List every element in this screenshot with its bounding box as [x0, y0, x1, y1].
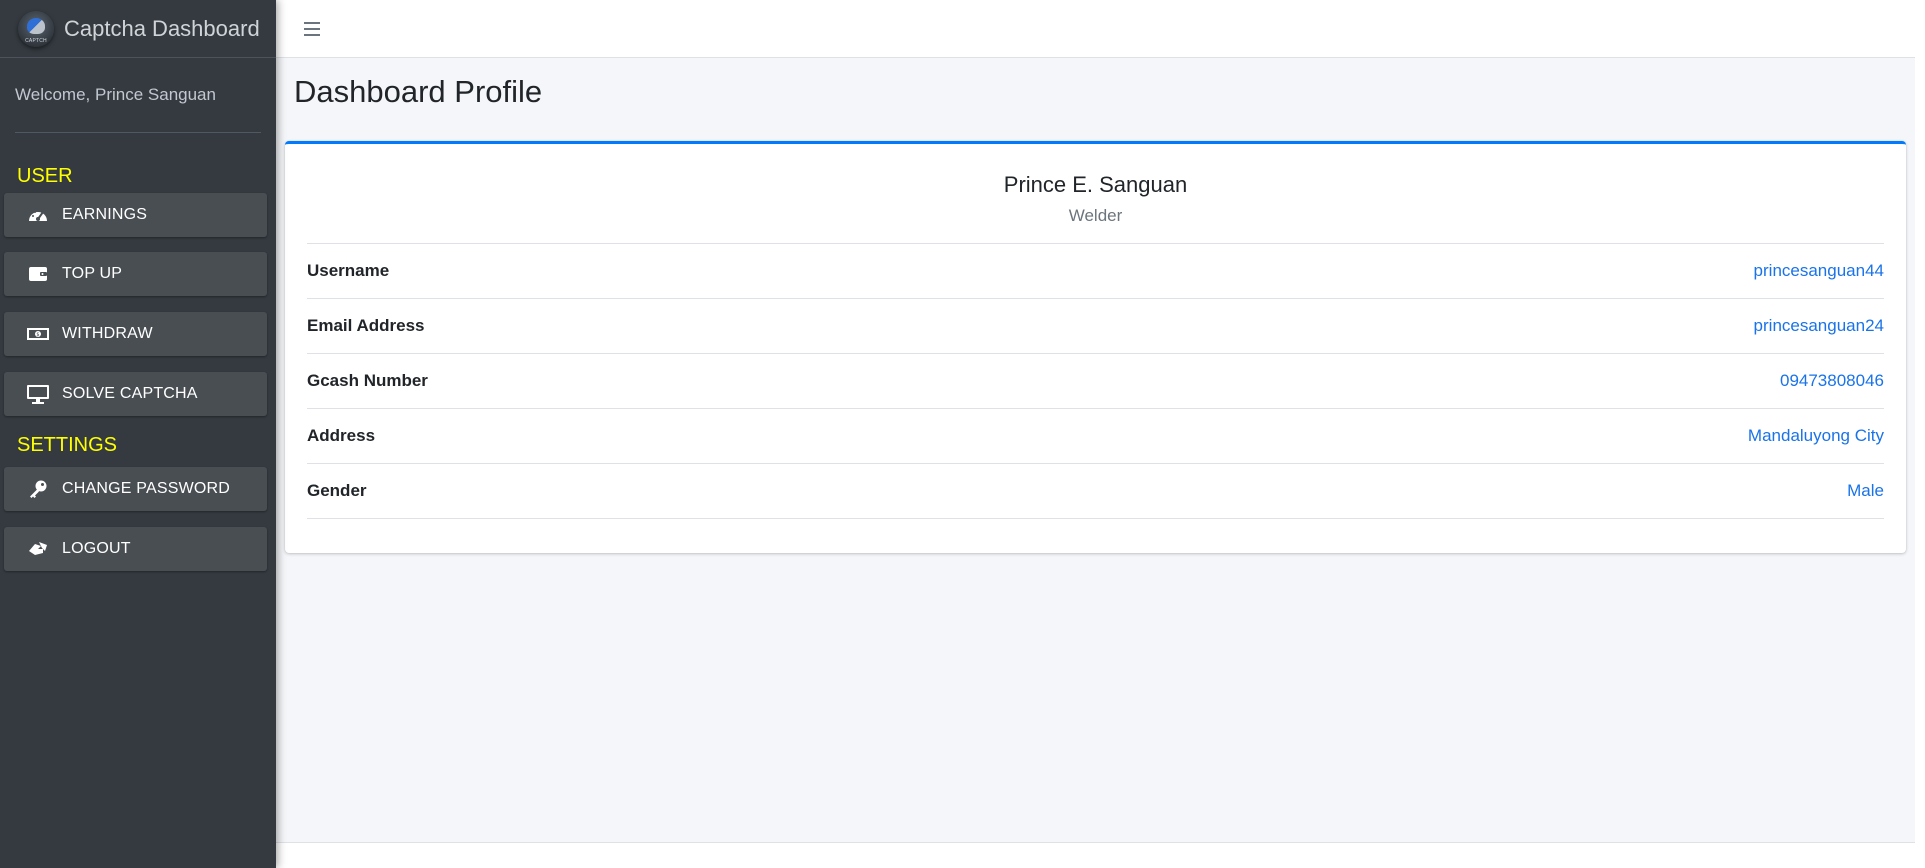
app-root: CAPTCH Captcha Dashboard Welcome, Prince… [0, 0, 1915, 868]
money-bill-icon: $ [26, 324, 50, 344]
logout-icon [26, 539, 50, 559]
field-label: Username [307, 261, 390, 280]
key-icon [26, 479, 50, 499]
sidebar-item-earnings[interactable]: EARNINGS [4, 193, 267, 237]
field-label: Gcash Number [307, 371, 428, 390]
sidebar-item-change-password[interactable]: CHANGE PASSWORD [4, 467, 267, 511]
main-content: Dashboard Profile Prince E. Sanguan Weld… [276, 0, 1915, 868]
sidebar-item-withdraw[interactable]: $ WITHDRAW [4, 312, 267, 356]
sidebar-item-logout[interactable]: LOGOUT [4, 527, 267, 571]
sidebar-item-label: CHANGE PASSWORD [62, 480, 231, 497]
field-label: Address [307, 426, 376, 445]
tachometer-icon [26, 205, 50, 225]
list-item-address: Address Mandaluyong City [307, 409, 1884, 464]
field-value-username[interactable]: princesanguan44 [1754, 261, 1884, 281]
profile-occupation: Welder [1068, 206, 1123, 225]
desktop-icon [26, 384, 50, 404]
field-value-gender[interactable]: Male [1847, 481, 1884, 501]
sidebar-item-solve-captcha[interactable]: SOLVE CAPTCHA [4, 372, 267, 416]
field-value-email[interactable]: princesanguan24 [1754, 316, 1884, 336]
sidebar-item-top-up[interactable]: TOP UP [4, 252, 267, 296]
field-label: Email Address [307, 316, 425, 335]
sidebar-item-label: LOGOUT [62, 540, 131, 557]
list-item-email: Email Address princesanguan24 [307, 299, 1884, 354]
captcha-logo-icon: CAPTCH [18, 10, 54, 47]
window-edge [1915, 0, 1925, 868]
wallet-icon [26, 264, 50, 284]
list-item-gcash: Gcash Number 09473808046 [307, 354, 1884, 409]
brand-title: Captcha Dashboard [64, 15, 260, 41]
list-item-gender: Gender Male [307, 464, 1884, 519]
sidebar-item-label: WITHDRAW [62, 325, 153, 342]
hamburger-icon[interactable] [302, 20, 322, 38]
field-label: Gender [307, 481, 367, 500]
welcome-text: Welcome, Prince Sanguan [15, 58, 261, 133]
profile-card: Prince E. Sanguan Welder Username prince… [285, 141, 1906, 553]
list-item-username: Username princesanguan44 [307, 244, 1884, 299]
field-value-address[interactable]: Mandaluyong City [1748, 426, 1884, 446]
svg-text:$: $ [36, 332, 39, 338]
profile-name: Prince E. Sanguan [1003, 172, 1188, 197]
section-header-settings: SETTINGS [17, 433, 118, 456]
sidebar-item-label: TOP UP [62, 265, 123, 282]
brand-link[interactable]: CAPTCH Captcha Dashboard [0, 0, 276, 58]
section-header-user: USER [17, 164, 73, 187]
field-value-gcash[interactable]: 09473808046 [1780, 371, 1884, 391]
page-title: Dashboard Profile [294, 74, 543, 109]
footer [276, 842, 1915, 868]
sidebar-item-label: SOLVE CAPTCHA [62, 385, 198, 402]
profile-details-list: Username princesanguan44 Email Address p… [307, 243, 1884, 519]
sidebar: CAPTCH Captcha Dashboard Welcome, Prince… [0, 0, 276, 868]
sidebar-item-label: EARNINGS [62, 206, 148, 223]
top-navbar [276, 0, 1915, 58]
